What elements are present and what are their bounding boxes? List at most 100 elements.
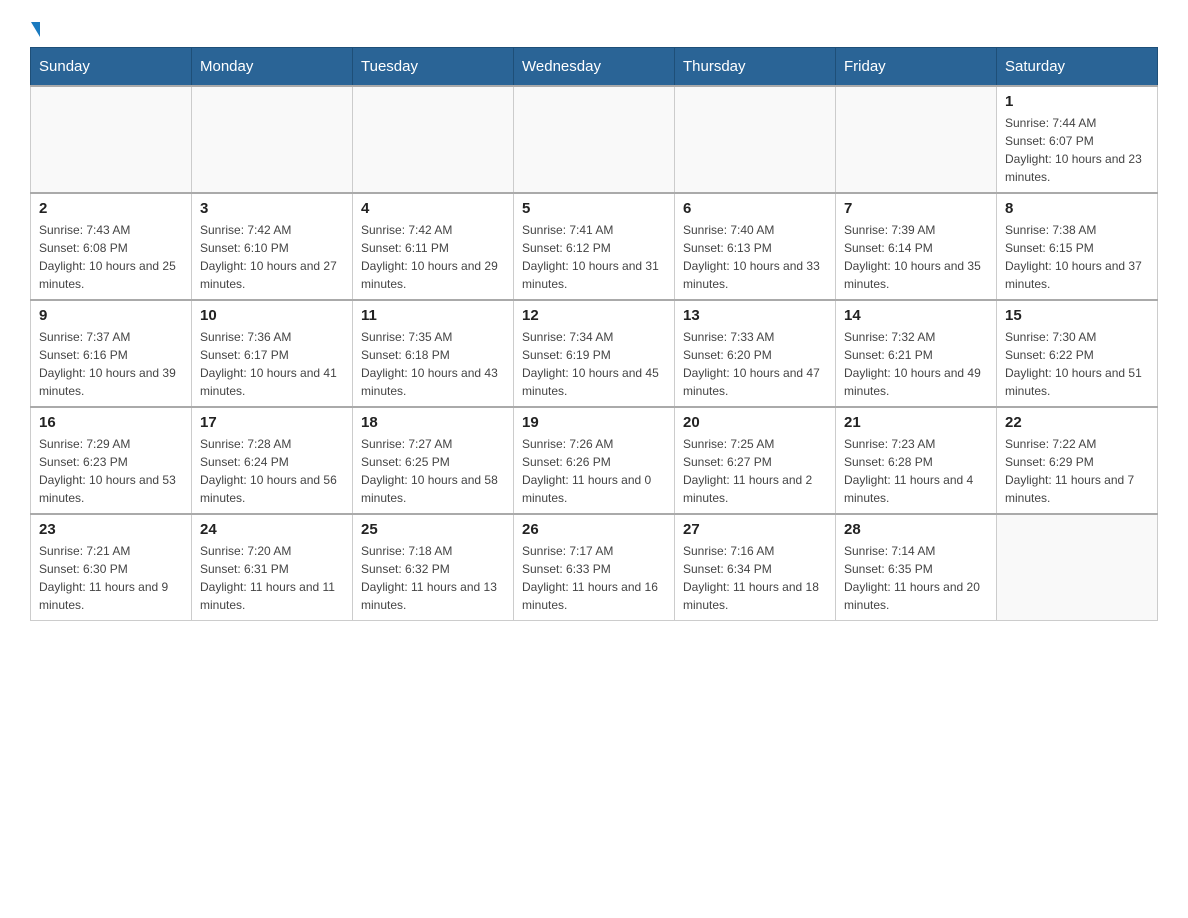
day-info: Sunrise: 7:35 AM Sunset: 6:18 PM Dayligh…: [361, 328, 505, 400]
day-number: 21: [844, 414, 988, 431]
calendar-week-row: 23 Sunrise: 7:21 AM Sunset: 6:30 PM Dayli…: [31, 514, 1158, 621]
day-info: Sunrise: 7:23 AM Sunset: 6:28 PM Dayligh…: [844, 435, 988, 507]
calendar-cell: [31, 86, 192, 193]
calendar-cell: [514, 86, 675, 193]
day-number: 9: [39, 307, 183, 324]
calendar-cell: 8 Sunrise: 7:38 AM Sunset: 6:15 PM Daylig…: [997, 193, 1158, 300]
day-number: 27: [683, 521, 827, 538]
day-number: 2: [39, 200, 183, 217]
calendar-cell: 26Sunrise: 7:17 AM Sunset: 6:33 PM Dayli…: [514, 514, 675, 621]
day-number: 20: [683, 414, 827, 431]
day-number: 8: [1005, 200, 1149, 217]
day-info: Sunrise: 7:42 AM Sunset: 6:11 PM Dayligh…: [361, 221, 505, 293]
calendar-cell: 17 Sunrise: 7:28 AM Sunset: 6:24 PM Dayli…: [192, 407, 353, 514]
calendar-cell: 13 Sunrise: 7:33 AM Sunset: 6:20 PM Dayli…: [675, 300, 836, 407]
day-info: Sunrise: 7:30 AM Sunset: 6:22 PM Dayligh…: [1005, 328, 1149, 400]
day-info: Sunrise: 7:14 AM Sunset: 6:35 PM Dayligh…: [844, 542, 988, 614]
calendar-cell: 4 Sunrise: 7:42 AM Sunset: 6:11 PM Daylig…: [353, 193, 514, 300]
day-header-sunday: Sunday: [31, 48, 192, 87]
day-header-tuesday: Tuesday: [353, 48, 514, 87]
day-number: 11: [361, 307, 505, 324]
day-info: Sunrise: 7:21 AM Sunset: 6:30 PM Dayligh…: [39, 542, 183, 614]
calendar-cell: 23 Sunrise: 7:21 AM Sunset: 6:30 PM Dayli…: [31, 514, 192, 621]
page-header: [30, 20, 1158, 37]
calendar-cell: 28 Sunrise: 7:14 AM Sunset: 6:35 PM Dayli…: [836, 514, 997, 621]
calendar-week-row: 9 Sunrise: 7:37 AM Sunset: 6:16 PM Daylig…: [31, 300, 1158, 407]
calendar-cell: 2 Sunrise: 7:43 AM Sunset: 6:08 PM Daylig…: [31, 193, 192, 300]
day-info: Sunrise: 7:33 AM Sunset: 6:20 PM Dayligh…: [683, 328, 827, 400]
calendar-cell: [675, 86, 836, 193]
day-number: 13: [683, 307, 827, 324]
day-number: 10: [200, 307, 344, 324]
day-info: Sunrise: 7:28 AM Sunset: 6:24 PM Dayligh…: [200, 435, 344, 507]
day-info: Sunrise: 7:18 AM Sunset: 6:32 PM Dayligh…: [361, 542, 505, 614]
day-number: 4: [361, 200, 505, 217]
day-header-friday: Friday: [836, 48, 997, 87]
day-number: 25: [361, 521, 505, 538]
calendar-cell: 25 Sunrise: 7:18 AM Sunset: 6:32 PM Dayli…: [353, 514, 514, 621]
calendar-week-row: 2 Sunrise: 7:43 AM Sunset: 6:08 PM Daylig…: [31, 193, 1158, 300]
calendar-cell: [836, 86, 997, 193]
calendar-cell: 5 Sunrise: 7:41 AM Sunset: 6:12 PM Daylig…: [514, 193, 675, 300]
calendar-week-row: 1 Sunrise: 7:44 AM Sunset: 6:07 PM Daylig…: [31, 86, 1158, 193]
day-info: Sunrise: 7:43 AM Sunset: 6:08 PM Dayligh…: [39, 221, 183, 293]
calendar-cell: 19 Sunrise: 7:26 AM Sunset: 6:26 PM Dayli…: [514, 407, 675, 514]
day-number: 5: [522, 200, 666, 217]
calendar-cell: [997, 514, 1158, 621]
calendar-cell: 3 Sunrise: 7:42 AM Sunset: 6:10 PM Daylig…: [192, 193, 353, 300]
logo-arrow-icon: [31, 22, 40, 37]
day-number: 7: [844, 200, 988, 217]
day-header-saturday: Saturday: [997, 48, 1158, 87]
logo: [30, 20, 40, 37]
day-info: Sunrise: 7:22 AM Sunset: 6:29 PM Dayligh…: [1005, 435, 1149, 507]
calendar-cell: 9 Sunrise: 7:37 AM Sunset: 6:16 PM Daylig…: [31, 300, 192, 407]
calendar-cell: 27 Sunrise: 7:16 AM Sunset: 6:34 PM Dayli…: [675, 514, 836, 621]
calendar-cell: 18 Sunrise: 7:27 AM Sunset: 6:25 PM Dayli…: [353, 407, 514, 514]
day-number: 3: [200, 200, 344, 217]
day-info: Sunrise: 7:26 AM Sunset: 6:26 PM Dayligh…: [522, 435, 666, 507]
day-info: Sunrise: 7:44 AM Sunset: 6:07 PM Dayligh…: [1005, 114, 1149, 186]
day-number: 18: [361, 414, 505, 431]
calendar-cell: 6 Sunrise: 7:40 AM Sunset: 6:13 PM Daylig…: [675, 193, 836, 300]
day-info: Sunrise: 7:37 AM Sunset: 6:16 PM Dayligh…: [39, 328, 183, 400]
day-number: 6: [683, 200, 827, 217]
day-info: Sunrise: 7:16 AM Sunset: 6:34 PM Dayligh…: [683, 542, 827, 614]
calendar-cell: 16Sunrise: 7:29 AM Sunset: 6:23 PM Dayli…: [31, 407, 192, 514]
day-number: 28: [844, 521, 988, 538]
day-number: 23: [39, 521, 183, 538]
day-header-thursday: Thursday: [675, 48, 836, 87]
calendar-cell: 21 Sunrise: 7:23 AM Sunset: 6:28 PM Dayli…: [836, 407, 997, 514]
calendar-cell: 12Sunrise: 7:34 AM Sunset: 6:19 PM Dayli…: [514, 300, 675, 407]
day-number: 16: [39, 414, 183, 431]
day-number: 19: [522, 414, 666, 431]
calendar-cell: 10 Sunrise: 7:36 AM Sunset: 6:17 PM Dayli…: [192, 300, 353, 407]
day-info: Sunrise: 7:32 AM Sunset: 6:21 PM Dayligh…: [844, 328, 988, 400]
calendar-cell: [192, 86, 353, 193]
calendar-cell: 1 Sunrise: 7:44 AM Sunset: 6:07 PM Daylig…: [997, 86, 1158, 193]
day-info: Sunrise: 7:34 AM Sunset: 6:19 PM Dayligh…: [522, 328, 666, 400]
day-number: 17: [200, 414, 344, 431]
day-info: Sunrise: 7:36 AM Sunset: 6:17 PM Dayligh…: [200, 328, 344, 400]
day-number: 24: [200, 521, 344, 538]
day-number: 22: [1005, 414, 1149, 431]
calendar-header-row: SundayMondayTuesdayWednesdayThursdayFrid…: [31, 48, 1158, 87]
day-info: Sunrise: 7:39 AM Sunset: 6:14 PM Dayligh…: [844, 221, 988, 293]
day-info: Sunrise: 7:40 AM Sunset: 6:13 PM Dayligh…: [683, 221, 827, 293]
calendar-cell: 11 Sunrise: 7:35 AM Sunset: 6:18 PM Dayli…: [353, 300, 514, 407]
day-number: 1: [1005, 93, 1149, 110]
calendar-cell: 15Sunrise: 7:30 AM Sunset: 6:22 PM Dayli…: [997, 300, 1158, 407]
day-number: 26: [522, 521, 666, 538]
day-header-monday: Monday: [192, 48, 353, 87]
day-info: Sunrise: 7:27 AM Sunset: 6:25 PM Dayligh…: [361, 435, 505, 507]
day-info: Sunrise: 7:42 AM Sunset: 6:10 PM Dayligh…: [200, 221, 344, 293]
calendar-cell: 22 Sunrise: 7:22 AM Sunset: 6:29 PM Dayli…: [997, 407, 1158, 514]
day-info: Sunrise: 7:41 AM Sunset: 6:12 PM Dayligh…: [522, 221, 666, 293]
day-info: Sunrise: 7:20 AM Sunset: 6:31 PM Dayligh…: [200, 542, 344, 614]
day-info: Sunrise: 7:25 AM Sunset: 6:27 PM Dayligh…: [683, 435, 827, 507]
day-info: Sunrise: 7:38 AM Sunset: 6:15 PM Dayligh…: [1005, 221, 1149, 293]
day-number: 14: [844, 307, 988, 324]
calendar-cell: 7 Sunrise: 7:39 AM Sunset: 6:14 PM Daylig…: [836, 193, 997, 300]
calendar-cell: 20 Sunrise: 7:25 AM Sunset: 6:27 PM Dayli…: [675, 407, 836, 514]
calendar-table: SundayMondayTuesdayWednesdayThursdayFrid…: [30, 47, 1158, 621]
calendar-week-row: 16Sunrise: 7:29 AM Sunset: 6:23 PM Dayli…: [31, 407, 1158, 514]
